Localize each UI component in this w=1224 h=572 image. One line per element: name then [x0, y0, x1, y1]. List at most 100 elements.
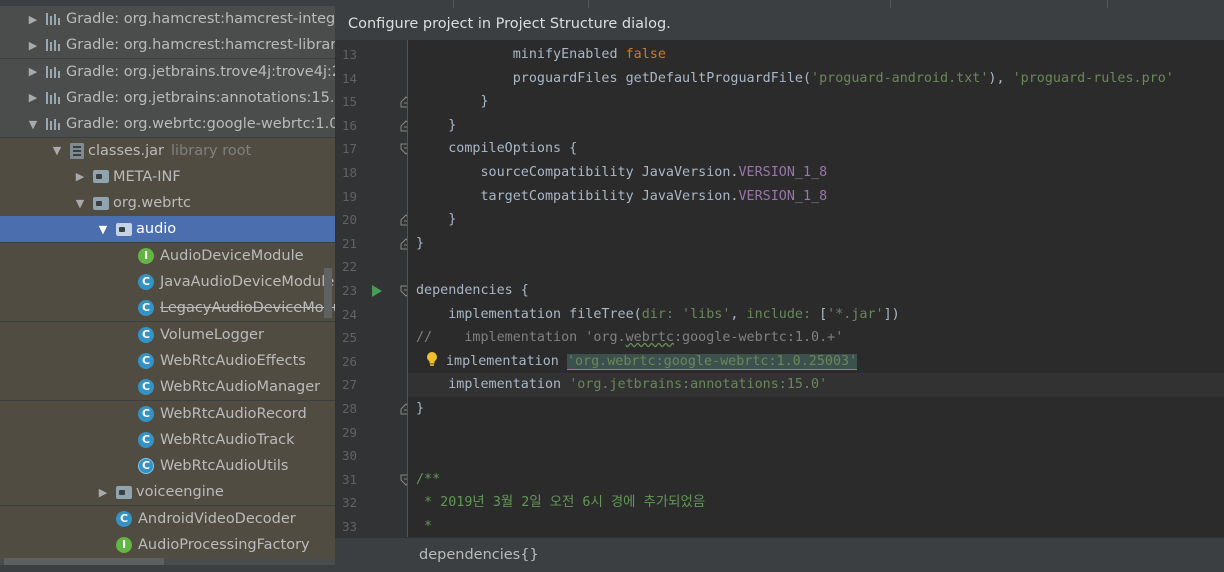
code-token: ),: [988, 70, 1013, 86]
fold-end-icon[interactable]: [400, 120, 407, 132]
collapsed-arrow-icon[interactable]: ▶: [26, 39, 40, 52]
tree-item[interactable]: C WebRtcAudioRecord: [0, 400, 335, 427]
project-tree[interactable]: ▶ Gradle: org.hamcrest:hamcrest-integrat ▶…: [0, 0, 335, 572]
line-number: 24: [341, 306, 357, 322]
tree-item[interactable]: C WebRtcAudioManager: [0, 374, 335, 401]
breadcrumb: dependencies{}: [335, 537, 1224, 572]
tree-item[interactable]: ▶ Gradle: org.hamcrest:hamcrest-library:1: [0, 32, 335, 59]
tree-item[interactable]: C JavaAudioDeviceModule: [0, 269, 335, 295]
fold-end-icon[interactable]: [400, 96, 407, 108]
breadcrumb-item[interactable]: dependencies{}: [419, 538, 539, 572]
collapsed-arrow-icon[interactable]: ▶: [73, 170, 87, 183]
code-token: include:: [746, 306, 820, 322]
collapsed-arrow-icon[interactable]: ▶: [26, 91, 40, 104]
run-gutter-icon[interactable]: [371, 283, 383, 297]
code-line[interactable]: }: [408, 232, 1224, 256]
tree-item[interactable]: ▶ Gradle: org.jetbrains:annotations:15.0@: [0, 84, 335, 111]
code-line[interactable]: /**: [408, 468, 1224, 492]
code-line[interactable]: implementation 'org.jetbrains:annotation…: [408, 373, 1224, 397]
tree-item[interactable]: ▼ Gradle: org.webrtc:google-webrtc:1.0.2!: [0, 111, 335, 138]
fold-start-icon[interactable]: [400, 285, 407, 297]
line-number: 14: [341, 70, 357, 86]
fold-start-icon[interactable]: [400, 474, 407, 486]
tree-item-label: Gradle: org.hamcrest:hamcrest-integrat: [66, 11, 335, 27]
tree-item[interactable]: C VolumeLogger: [0, 321, 335, 348]
code-line[interactable]: [408, 421, 1224, 445]
tree-item[interactable]: ▶ META-INF: [0, 163, 335, 190]
code-token: /**: [416, 471, 441, 487]
tree-item[interactable]: C AndroidVideoDecoder: [0, 505, 335, 532]
code-line[interactable]: minifyEnabled false: [408, 43, 1224, 67]
expanded-arrow-icon[interactable]: ▼: [50, 144, 64, 157]
class-icon: C: [138, 379, 154, 396]
code-line[interactable]: compileOptions {: [408, 137, 1224, 161]
tree-item[interactable]: C WebRtcAudioTrack: [0, 426, 335, 453]
expanded-arrow-icon[interactable]: ▼: [26, 118, 40, 131]
tree-item[interactable]: ▶ voiceengine: [0, 479, 335, 506]
code-line[interactable]: }: [408, 90, 1224, 114]
lightbulb-icon[interactable]: [426, 351, 438, 367]
package-icon: [93, 170, 109, 184]
code-line[interactable]: dependencies {: [408, 279, 1224, 303]
tree-item-label: WebRtcAudioUtils: [160, 458, 289, 475]
code-line[interactable]: [408, 444, 1224, 468]
fold-end-icon[interactable]: [400, 238, 407, 250]
code-line[interactable]: }: [408, 114, 1224, 138]
collapsed-arrow-icon[interactable]: ▶: [26, 65, 40, 78]
fold-start-icon[interactable]: [400, 143, 407, 156]
code-line[interactable]: }: [408, 397, 1224, 421]
code-line[interactable]: // implementation 'org.webrtc:google-web…: [408, 326, 1224, 350]
code-line[interactable]: implementation 'org.webrtc:google-webrtc…: [408, 350, 1224, 374]
tree-item-label: voiceengine: [136, 484, 224, 501]
fold-end-icon[interactable]: [400, 403, 407, 415]
editor-gutter[interactable]: 13 14 15 16 17 18 19 20 21 22 23 24 25 26 27 28 29 30 31 32…: [335, 40, 407, 537]
line-number: 27: [341, 377, 357, 393]
code-line[interactable]: proguardFiles getDefaultProguardFile('pr…: [408, 67, 1224, 91]
code-token: false: [625, 47, 666, 62]
tree-item[interactable]: C WebRtcAudioEffects: [0, 347, 335, 374]
tree-item-label: META-INF: [113, 168, 181, 185]
expanded-arrow-icon[interactable]: ▼: [73, 197, 87, 210]
code-editor[interactable]: minifyEnabled false proguardFiles getDef…: [408, 40, 1224, 537]
line-number: 13: [341, 47, 357, 62]
code-token: 'org.jetbrains:annotations:15.0': [569, 377, 828, 393]
fold-end-icon[interactable]: [400, 214, 407, 226]
code-token: 'proguard-android.txt': [811, 70, 989, 86]
code-line[interactable]: [408, 255, 1224, 279]
tree-item-label: AndroidVideoDecoder: [138, 510, 296, 527]
tree-item[interactable]: I AudioDeviceModule: [0, 242, 335, 269]
code-token: implementation: [416, 377, 570, 393]
class-icon: C: [138, 274, 154, 290]
tree-item[interactable]: ▼ org.webrtc: [0, 190, 335, 217]
code-token: implementation fileTree(: [416, 306, 642, 322]
jar-icon: [70, 142, 84, 159]
code-line[interactable]: * 2019년 3월 2일 오전 6시 경에 추가되었음: [408, 491, 1224, 515]
code-token: * 2019년 3월 2일 오전 6시 경에 추가되었음: [416, 495, 706, 511]
code-line[interactable]: implementation fileTree(dir: 'libs', inc…: [408, 303, 1224, 327]
tree-item[interactable]: C LegacyAudioDeviceModule: [0, 295, 335, 322]
code-token: minifyEnabled: [512, 47, 626, 62]
code-token: }: [416, 212, 457, 228]
code-line[interactable]: }: [408, 208, 1224, 232]
collapsed-arrow-icon[interactable]: ▶: [96, 486, 110, 499]
expanded-arrow-icon[interactable]: ▼: [96, 223, 110, 236]
tree-item[interactable]: ▼ classes.jar library root: [0, 137, 335, 164]
tree-item-label: WebRtcAudioRecord: [160, 405, 307, 422]
code-line[interactable]: targetCompatibility JavaVersion.VERSION_…: [408, 185, 1224, 209]
tree-item[interactable]: ▼ audio: [0, 216, 335, 243]
tree-item[interactable]: ▶ Gradle: org.hamcrest:hamcrest-integrat: [0, 6, 335, 32]
tree-item[interactable]: I AudioProcessingFactory: [0, 532, 335, 558]
line-number: 26: [341, 353, 357, 369]
code-token: webrtc: [625, 330, 674, 346]
tree-item[interactable]: ▶ Gradle: org.jetbrains.trove4j:trove4j:2…: [0, 58, 335, 85]
project-structure-banner[interactable]: Configure project in Project Structure d…: [335, 8, 1224, 40]
line-number: 32: [341, 495, 357, 511]
code-token: ,: [730, 306, 747, 322]
tree-vertical-scrollbar[interactable]: [324, 268, 332, 318]
line-number: 30: [341, 448, 357, 464]
collapsed-arrow-icon[interactable]: ▶: [26, 13, 40, 26]
tree-item[interactable]: C WebRtcAudioUtils: [0, 453, 335, 480]
code-line[interactable]: *: [408, 515, 1224, 537]
interface-icon: I: [138, 247, 154, 264]
code-line[interactable]: sourceCompatibility JavaVersion.VERSION_…: [408, 161, 1224, 185]
